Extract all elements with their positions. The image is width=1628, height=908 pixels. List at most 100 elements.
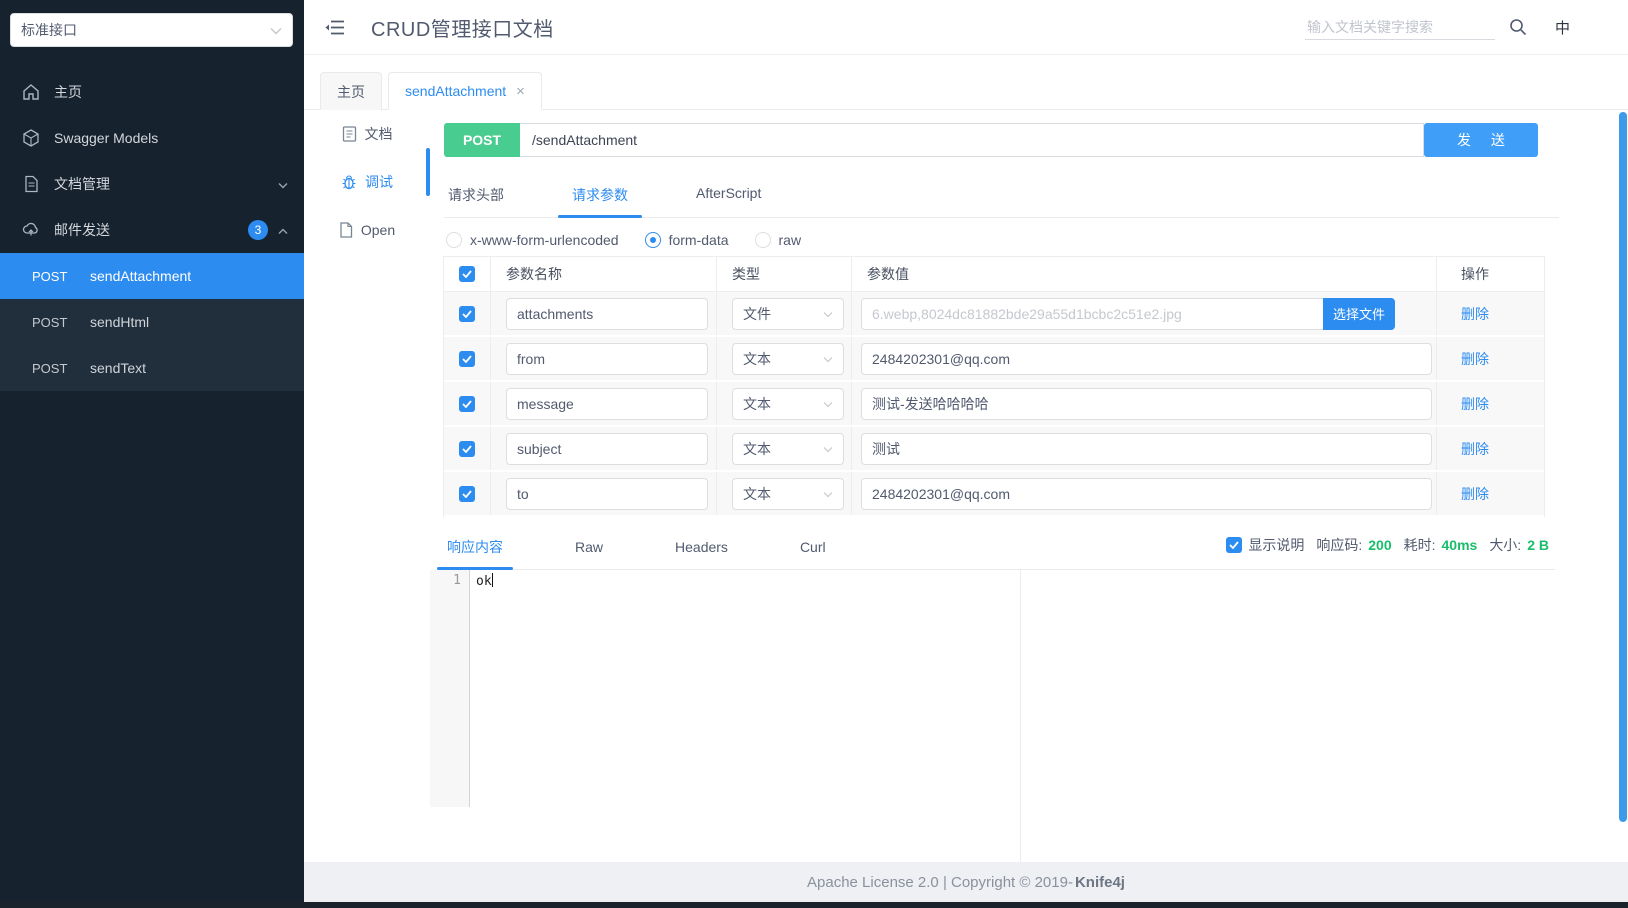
sidebar-item-mail-send[interactable]: 邮件发送 3 xyxy=(0,207,304,253)
param-type-select[interactable]: 文件 xyxy=(732,297,844,330)
status-code-value: 200 xyxy=(1368,537,1392,553)
row-checkbox[interactable] xyxy=(459,440,475,457)
sidebar-item-doc-manage[interactable]: 文档管理 xyxy=(0,161,304,207)
radio-form-data[interactable]: form-data xyxy=(644,232,729,248)
sidebar-item-home[interactable]: 主页 xyxy=(0,69,304,115)
select-all-checkbox[interactable] xyxy=(459,266,475,282)
param-type-value: 文本 xyxy=(743,485,771,502)
param-type-select[interactable]: 文本 xyxy=(732,342,844,375)
show-description-checkbox[interactable] xyxy=(1226,537,1243,553)
tab-sendattachment[interactable]: sendAttachment × xyxy=(388,72,542,110)
menu-fold-icon[interactable] xyxy=(325,19,345,36)
tab-afterscript[interactable]: AfterScript xyxy=(692,171,765,217)
api-group-select[interactable]: 标准接口 xyxy=(10,13,293,47)
editor-content[interactable]: ok xyxy=(470,570,1545,862)
radio-label: form-data xyxy=(668,232,729,248)
document-icon xyxy=(342,126,357,142)
method-badge: POST xyxy=(444,123,520,157)
chevron-down-icon xyxy=(270,22,282,38)
tab-label: 主页 xyxy=(337,83,365,100)
home-icon xyxy=(22,83,40,101)
radio-x-www-form-urlencoded[interactable]: x-www-form-urlencoded xyxy=(446,232,619,248)
chevron-down-icon xyxy=(823,442,833,456)
mini-tab-debug[interactable]: 调试 xyxy=(304,158,430,206)
tab-response-content[interactable]: 响应内容 xyxy=(437,521,513,570)
request-url-input[interactable] xyxy=(520,123,1424,157)
search-icon[interactable] xyxy=(1509,18,1527,36)
tab-home[interactable]: 主页 xyxy=(320,72,382,110)
response-editor[interactable]: 1 ok xyxy=(430,570,1545,862)
response-meta: 显示说明 响应码: 200 耗时: 40ms 大小: 2 B xyxy=(1226,535,1555,555)
param-type-value: 文本 xyxy=(743,350,771,367)
method-label: POST xyxy=(32,268,68,284)
choose-file-button[interactable]: 选择文件 xyxy=(1323,297,1395,330)
delete-row-link[interactable]: 删除 xyxy=(1461,484,1489,504)
tab-headers[interactable]: Headers xyxy=(671,523,732,567)
file-icon xyxy=(339,222,353,238)
doc-search-input[interactable] xyxy=(1304,14,1495,40)
chevron-down-icon xyxy=(278,176,288,192)
sidebar-item-sendattachment[interactable]: POST sendAttachment xyxy=(0,253,304,299)
size-value: 2 B xyxy=(1527,537,1549,553)
radio-raw[interactable]: raw xyxy=(754,232,802,248)
sidebar-item-swagger-models[interactable]: Swagger Models xyxy=(0,115,304,161)
file-field: 选择文件 xyxy=(861,297,1395,330)
sidebar-item-sendhtml[interactable]: POST sendHtml xyxy=(0,299,304,345)
param-value-input[interactable] xyxy=(861,477,1432,510)
mini-tab-open[interactable]: Open xyxy=(304,206,430,254)
delete-row-link[interactable]: 删除 xyxy=(1461,304,1489,324)
chevron-up-icon xyxy=(278,222,288,238)
tab-request-headers[interactable]: 请求头部 xyxy=(444,171,508,217)
mini-tab-doc[interactable]: 文档 xyxy=(304,110,430,158)
row-checkbox[interactable] xyxy=(459,305,475,322)
param-name-input[interactable] xyxy=(506,432,708,465)
delete-row-link[interactable]: 删除 xyxy=(1461,394,1489,414)
table-row: 文本 删除 xyxy=(444,427,1544,472)
param-value-input[interactable] xyxy=(861,342,1432,375)
param-type-select[interactable]: 文本 xyxy=(732,387,844,420)
row-checkbox[interactable] xyxy=(459,350,475,367)
delete-row-link[interactable]: 删除 xyxy=(1461,349,1489,369)
param-type-value: 文本 xyxy=(743,440,771,457)
param-name-input[interactable] xyxy=(506,387,708,420)
sidebar-item-sendtext[interactable]: POST sendText xyxy=(0,345,304,391)
tab-curl[interactable]: Curl xyxy=(796,523,830,567)
vertical-scrollbar[interactable] xyxy=(1619,112,1627,822)
tab-request-params[interactable]: 请求参数 xyxy=(558,171,642,218)
response-body-text: ok xyxy=(476,574,492,589)
params-table-header: 参数名称 类型 参数值 操作 xyxy=(444,257,1544,292)
close-icon[interactable]: × xyxy=(516,83,525,100)
header-actions: 中 xyxy=(1304,14,1570,40)
chevron-down-icon xyxy=(823,487,833,501)
radio-label: raw xyxy=(778,232,802,248)
delete-row-link[interactable]: 删除 xyxy=(1461,439,1489,459)
tab-raw[interactable]: Raw xyxy=(571,523,607,567)
row-checkbox[interactable] xyxy=(459,395,475,412)
param-name-input[interactable] xyxy=(506,297,708,330)
api-group-select-value: 标准接口 xyxy=(21,22,77,38)
api-label: sendText xyxy=(90,360,147,376)
send-button[interactable]: 发 送 xyxy=(1424,123,1538,157)
param-value-input[interactable] xyxy=(861,387,1432,420)
bug-icon xyxy=(341,174,357,190)
docs-icon xyxy=(22,175,40,193)
param-type-select[interactable]: 文本 xyxy=(732,477,844,510)
param-type-select[interactable]: 文本 xyxy=(732,432,844,465)
brand-name: Knife4j xyxy=(1074,873,1125,891)
param-name-input[interactable] xyxy=(506,342,708,375)
param-name-input[interactable] xyxy=(506,477,708,510)
elapsed-label: 耗时: xyxy=(1403,537,1436,553)
language-toggle[interactable]: 中 xyxy=(1555,17,1570,38)
params-table: 参数名称 类型 参数值 操作 文件 选择文件 删除 xyxy=(443,256,1545,517)
doc-mini-sidebar: 文档 调试 Open xyxy=(304,110,430,862)
debug-panel: POST 发 送 请求头部 请求参数 AfterScript x-www-for… xyxy=(430,110,1628,862)
param-type-value: 文本 xyxy=(743,395,771,412)
row-checkbox[interactable] xyxy=(459,485,475,502)
tab-label: sendAttachment xyxy=(405,83,507,99)
radio-icon xyxy=(754,232,771,248)
sidebar-item-label: 邮件发送 xyxy=(54,222,110,238)
api-label: sendAttachment xyxy=(90,268,192,284)
param-value-input[interactable] xyxy=(861,297,1395,330)
param-value-input[interactable] xyxy=(861,432,1432,465)
chevron-down-icon xyxy=(823,397,833,411)
